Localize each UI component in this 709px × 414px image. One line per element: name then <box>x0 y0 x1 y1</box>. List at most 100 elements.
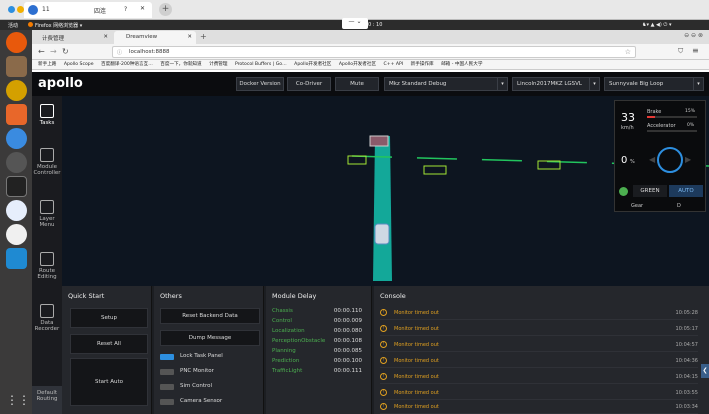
bookmark-item[interactable]: 新手上路 <box>38 60 56 69</box>
sidebar-item-route-editing[interactable]: Route Editing <box>32 252 62 280</box>
bookmark-item[interactable]: Apollo Scope <box>64 60 94 69</box>
firefox-nav-bar: ← → ↻ ⓘ localhost:8888 ☆ ⛉ ≡ <box>32 44 709 60</box>
sidebar-item-label: Module Controller <box>33 164 61 176</box>
terminal-icon[interactable] <box>6 176 27 197</box>
baidu-netdisk-icon[interactable] <box>6 200 27 221</box>
delay-row: Planning 00:00.085 <box>272 348 362 354</box>
window-min-dot[interactable] <box>17 6 24 13</box>
bookmark-item[interactable]: Apollo开发者社区 <box>294 60 331 69</box>
reload-icon[interactable]: ↻ <box>62 47 69 56</box>
mode-select[interactable]: Mkz Standard Debug ▾ <box>384 77 508 91</box>
shield-icon[interactable]: ⛉ <box>678 47 683 56</box>
bookmark-item[interactable]: Protocol Buffers | Go… <box>235 60 287 69</box>
outer-tab-title: 11 <box>42 6 50 13</box>
scene-view[interactable] <box>62 96 709 286</box>
start-auto-button[interactable]: Start Auto <box>70 358 148 406</box>
accelerator-value: 0% <box>687 123 695 128</box>
close-icon[interactable]: ✕ <box>187 34 192 40</box>
info-icon[interactable]: ⓘ <box>117 49 122 56</box>
mute-button[interactable]: Mute <box>335 77 379 91</box>
bookmark-item[interactable]: 百度一下，你就知道 <box>160 60 201 69</box>
obstacle-vehicle <box>423 165 447 175</box>
ime-widget[interactable]: — ⌄ <box>342 18 368 29</box>
setup-button[interactable]: Setup <box>70 308 148 328</box>
bookmark-item[interactable]: C++ API <box>384 60 404 69</box>
traffic-light <box>369 135 389 147</box>
scene-canvas <box>347 135 709 281</box>
qq-icon[interactable] <box>6 224 27 245</box>
firefox-icon[interactable] <box>6 32 27 53</box>
app-grid-icon[interactable]: ⋮⋮ <box>6 390 30 411</box>
window-close-dot[interactable] <box>8 6 15 13</box>
app-menu[interactable]: Firefox 网络浏览器 ▾ <box>35 22 82 29</box>
dreamview-sidebar: Tasks Module Controller Layer Menu Route… <box>32 96 62 414</box>
others-panel: Others Reset Backend Data Dump Message L… <box>154 286 264 414</box>
firefox-tab-bar: 计费管理 ✕ Dreamview ✕ + ⊖ ⊖ ⊗ <box>32 30 709 44</box>
vehicle-select[interactable]: Lincoln2017MKZ LGSVL ▾ <box>512 77 600 91</box>
docker-version-button[interactable]: Docker Version <box>236 77 284 91</box>
tab-dreamview[interactable]: Dreamview ✕ <box>114 31 196 44</box>
sidebar-item-default-routing[interactable]: Default Routing <box>32 386 62 414</box>
dump-message-button[interactable]: Dump Message <box>160 330 260 346</box>
sidebar-item-module-controller[interactable]: Module Controller <box>32 148 62 176</box>
firefox-small-icon <box>28 22 33 27</box>
activities-button[interactable]: 活动 <box>8 22 18 29</box>
back-icon[interactable]: ← <box>38 47 45 56</box>
rhythmbox-icon[interactable] <box>6 80 27 101</box>
tab-billing[interactable]: 计费管理 ✕ <box>36 31 112 44</box>
pnc-monitor-toggle[interactable] <box>160 369 174 375</box>
console-row: ! Monitor timed out 10:03:34 <box>380 402 698 414</box>
files-icon[interactable] <box>6 56 27 77</box>
bookmark-item[interactable]: 邮箱 - 中国人民大学 <box>441 60 482 69</box>
bookmark-item[interactable]: 计费管理 <box>209 60 227 69</box>
others-title: Others <box>160 292 182 300</box>
help-icon[interactable] <box>6 128 27 149</box>
new-tab-icon[interactable]: + <box>200 32 207 41</box>
outer-window-titlebar: 11 四连 ? ✕ + <box>0 0 709 20</box>
close-icon[interactable]: ✕ <box>140 5 145 12</box>
warning-icon: ! <box>380 357 387 364</box>
warning-icon: ! <box>380 373 387 380</box>
reset-all-button[interactable]: Reset All <box>70 334 148 354</box>
sim-control-toggle[interactable] <box>160 384 174 390</box>
co-driver-button[interactable]: Co-Driver <box>287 77 331 91</box>
sidebar-item-data-recorder[interactable]: Data Recorder <box>32 304 62 332</box>
sidebar-item-layer-menu[interactable]: Layer Menu <box>32 200 62 228</box>
new-tab-button[interactable]: + <box>159 3 172 16</box>
layer-menu-icon <box>40 200 54 214</box>
console-row: ! Monitor timed out 10:05:28 <box>380 308 698 320</box>
hamburger-menu-icon[interactable]: ≡ <box>692 46 699 55</box>
turn-left-icon: ◀ <box>649 155 656 164</box>
toggle-label: Sim Control <box>180 383 213 389</box>
lock-task-panel-toggle[interactable] <box>160 354 174 360</box>
system-tray[interactable]: ♞▾ ▲ ◀) ⏻ ▾ <box>642 22 671 28</box>
gear-value: D <box>677 203 681 209</box>
bookmark-item[interactable]: 新手操作库 <box>411 60 434 69</box>
obstacle-vehicle <box>347 155 367 165</box>
software-center-icon[interactable] <box>6 104 27 125</box>
delay-row: Localization 00:00.080 <box>272 328 362 334</box>
bookmark-item[interactable]: 百度翻译-200种语言互… <box>101 60 153 69</box>
tasks-icon <box>40 104 54 118</box>
console-collapse-icon[interactable]: ❮ <box>701 364 709 378</box>
bookmark-star-icon[interactable]: ☆ <box>625 48 631 56</box>
vscode-icon[interactable] <box>6 248 27 269</box>
settings-icon[interactable] <box>6 152 27 173</box>
user-avatar-icon <box>28 5 38 15</box>
clock[interactable]: 0 : 10 <box>368 22 382 28</box>
sidebar-item-label: Route Editing <box>37 268 57 280</box>
bookmark-item[interactable]: Apollo开发者社区 <box>339 60 376 69</box>
close-icon[interactable]: ✕ <box>103 34 108 40</box>
accelerator-bar <box>647 130 697 132</box>
outer-tab[interactable]: 11 四连 ? ✕ <box>24 2 152 18</box>
camera-sensor-toggle[interactable] <box>160 399 174 405</box>
quick-start-panel: Quick Start Setup Reset All Start Auto <box>62 286 152 414</box>
warning-icon: ! <box>380 341 387 348</box>
forward-icon[interactable]: → <box>50 47 57 56</box>
delay-row: PerceptionObstacle 00:00.108 <box>272 338 362 344</box>
url-bar[interactable]: ⓘ localhost:8888 ☆ <box>112 46 636 58</box>
reset-backend-data-button[interactable]: Reset Backend Data <box>160 308 260 324</box>
window-controls[interactable]: ⊖ ⊖ ⊗ <box>684 32 703 39</box>
map-select[interactable]: Sunnyvale Big Loop ▾ <box>604 77 704 91</box>
sidebar-item-tasks[interactable]: Tasks <box>32 104 62 126</box>
